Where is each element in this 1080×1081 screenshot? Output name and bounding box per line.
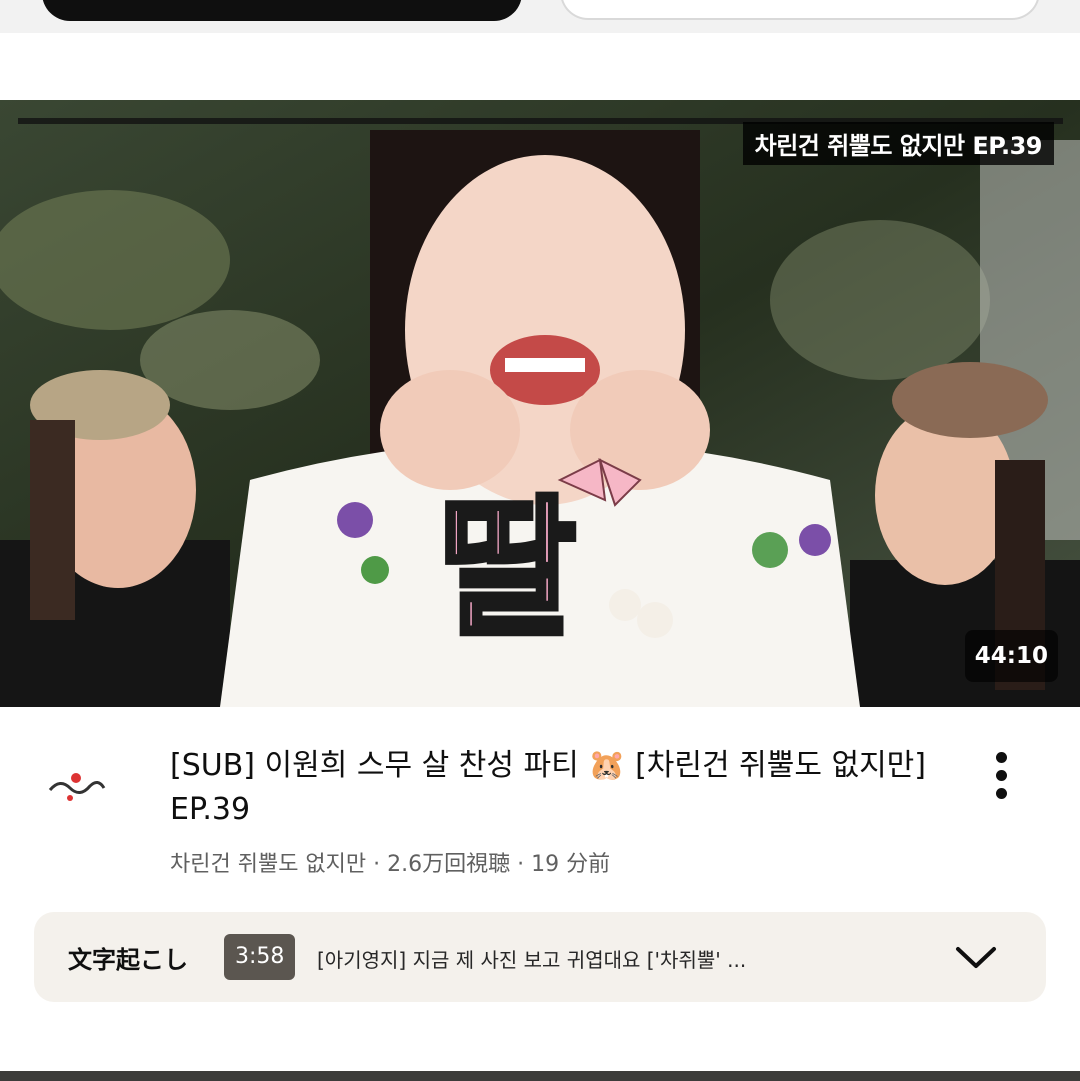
thumbnail-sticker-text: 딸 — [435, 483, 579, 657]
video-metadata: 차린건 쥐뿔도 없지만 · 2.6万回視聴 · 19 分前 — [170, 846, 610, 878]
chevron-down-icon[interactable] — [954, 942, 998, 972]
filter-chip-selected[interactable] — [42, 0, 522, 21]
channel-avatar-icon — [40, 748, 112, 820]
video-title[interactable]: [SUB] 이원희 스무 살 찬성 파티 🐹 [차린건 쥐뿔도 없지만] EP.… — [170, 744, 940, 832]
meta-separator: · — [517, 852, 525, 877]
meta-separator: · — [373, 852, 381, 877]
top-chip-bar — [0, 0, 1080, 33]
transcript-label: 文字起こし — [68, 946, 188, 974]
upload-age: 19 分前 — [531, 852, 611, 877]
filter-chip[interactable] — [560, 0, 1040, 20]
transcript-bar[interactable]: 文字起こし 3:58 [아기영지] 지금 제 사진 보고 귀엽대요 ['차쥐뿔'… — [34, 912, 1046, 1002]
video-duration-badge: 44:10 — [964, 630, 1058, 682]
thumbnail-overlay-title: 차린건 쥐뿔도 없지만 EP.39 — [742, 122, 1054, 165]
channel-name[interactable]: 차린건 쥐뿔도 없지만 — [170, 852, 366, 877]
next-video-thumbnail-edge[interactable] — [0, 1071, 1080, 1081]
kebab-menu-icon[interactable] — [985, 752, 1017, 802]
transcript-preview: [아기영지] 지금 제 사진 보고 귀엽대요 ['차쥐뿔' ... — [317, 948, 747, 972]
channel-avatar[interactable] — [40, 748, 112, 820]
view-count: 2.6万回視聴 — [387, 852, 511, 877]
video-thumbnail[interactable]: 차린건 쥐뿔도 없지만 EP.39 딸 44:10 — [0, 100, 1080, 707]
transcript-timestamp[interactable]: 3:58 — [224, 934, 296, 980]
